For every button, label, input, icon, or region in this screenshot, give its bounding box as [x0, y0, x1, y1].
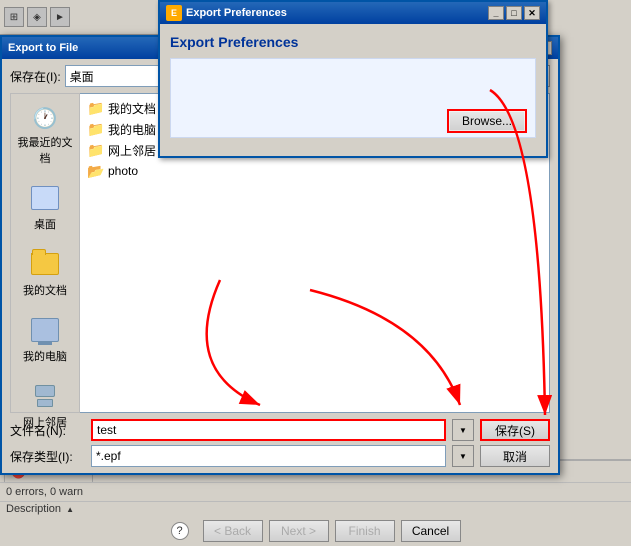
- nav-buttons-row: ? < Back Next > Finish Cancel: [0, 516, 631, 546]
- export-prefs-title-text: Export Preferences: [186, 7, 484, 19]
- list-item[interactable]: 📂 photo: [84, 161, 545, 181]
- folder-icon: 📁: [88, 101, 104, 117]
- filename-label: 文件名(N):: [10, 422, 85, 439]
- filetype-value: *.epf: [96, 449, 121, 463]
- description-label: Description: [6, 503, 61, 515]
- export-prefs-titlebar: E Export Preferences _ □ ✕: [160, 2, 546, 24]
- description-row: Description ▲: [0, 501, 631, 516]
- sidebar-label-mycomputer: 我的电脑: [23, 348, 67, 364]
- toolbar-icon-1: ⊞: [4, 7, 24, 27]
- prefs-minimize-btn[interactable]: _: [488, 6, 504, 20]
- folder-icon-yellow: 📂: [88, 163, 104, 179]
- sidebar-item-mydocs[interactable]: 我的文档: [13, 246, 77, 300]
- file-item-name: 我的电脑: [108, 121, 156, 138]
- status-text: 0 errors, 0 warn: [6, 486, 83, 498]
- file-item-name: 我的文档: [108, 100, 156, 117]
- export-prefs-body: Export Preferences Browse...: [160, 24, 546, 156]
- left-sidebar: 🕐 我最近的文档 桌面 我的文档: [10, 93, 80, 413]
- file-item-name: 网上邻居: [108, 142, 156, 159]
- status-row: 0 errors, 0 warn: [0, 483, 631, 501]
- prefs-close-btn[interactable]: ✕: [524, 6, 540, 20]
- app-toolbar: ⊞ ◈ ►: [0, 0, 160, 35]
- browse-button[interactable]: Browse...: [447, 109, 527, 133]
- toolbar-icon-2: ◈: [27, 7, 47, 27]
- app-background: ⊞ ◈ ► Export to File ? ✕ 保存在(I): 桌面 ▼ 🔄 …: [0, 0, 631, 546]
- mydocs-icon: [29, 248, 61, 280]
- cancel-button[interactable]: 取消: [480, 445, 550, 467]
- cancel-nav-button[interactable]: Cancel: [401, 520, 461, 542]
- network-icon: [29, 380, 61, 412]
- recent-icon: 🕐: [31, 104, 59, 132]
- description-arrow: ▲: [66, 505, 74, 514]
- prefs-content-area: Browse...: [170, 58, 536, 138]
- filetype-label: 保存类型(I):: [10, 448, 85, 465]
- save-button[interactable]: 保存(S): [480, 419, 550, 441]
- filetype-dropdown[interactable]: ▼: [452, 445, 474, 467]
- prefs-title-buttons: _ □ ✕: [488, 6, 540, 20]
- export-prefs-dialog: E Export Preferences _ □ ✕ Export Prefer…: [158, 0, 548, 158]
- sidebar-item-desktop[interactable]: 桌面: [13, 180, 77, 234]
- sidebar-label-mydocs: 我的文档: [23, 282, 67, 298]
- desktop-icon: [29, 182, 61, 214]
- next-button[interactable]: Next >: [269, 520, 329, 542]
- filename-dropdown[interactable]: ▼: [452, 419, 474, 441]
- back-button[interactable]: < Back: [203, 520, 263, 542]
- sidebar-label-recent: 我最近的文档: [17, 134, 73, 166]
- location-value: 桌面: [70, 68, 94, 85]
- file-item-name: photo: [108, 164, 138, 178]
- folder-icon: 📁: [88, 143, 104, 159]
- bottom-controls: 文件名(N): ▼ 保存(S) 保存类型(I): *.epf ▼ 取消: [10, 419, 550, 467]
- export-prefs-heading: Export Preferences: [170, 34, 536, 50]
- filetype-input: *.epf: [91, 445, 446, 467]
- filename-row: 文件名(N): ▼ 保存(S): [10, 419, 550, 441]
- filetype-row: 保存类型(I): *.epf ▼ 取消: [10, 445, 550, 467]
- sidebar-label-desktop: 桌面: [34, 216, 56, 232]
- prefs-title-icon: E: [166, 5, 182, 21]
- sidebar-item-mycomputer[interactable]: 我的电脑: [13, 312, 77, 366]
- finish-button[interactable]: Finish: [335, 520, 395, 542]
- help-icon[interactable]: ?: [171, 522, 189, 540]
- prefs-maximize-btn[interactable]: □: [506, 6, 522, 20]
- mycomputer-icon: [29, 314, 61, 346]
- location-label: 保存在(I):: [10, 68, 61, 85]
- toolbar-icon-3: ►: [50, 7, 70, 27]
- filename-input[interactable]: [91, 419, 446, 441]
- folder-icon: 📁: [88, 122, 104, 138]
- sidebar-item-recent[interactable]: 🕐 我最近的文档: [13, 102, 77, 168]
